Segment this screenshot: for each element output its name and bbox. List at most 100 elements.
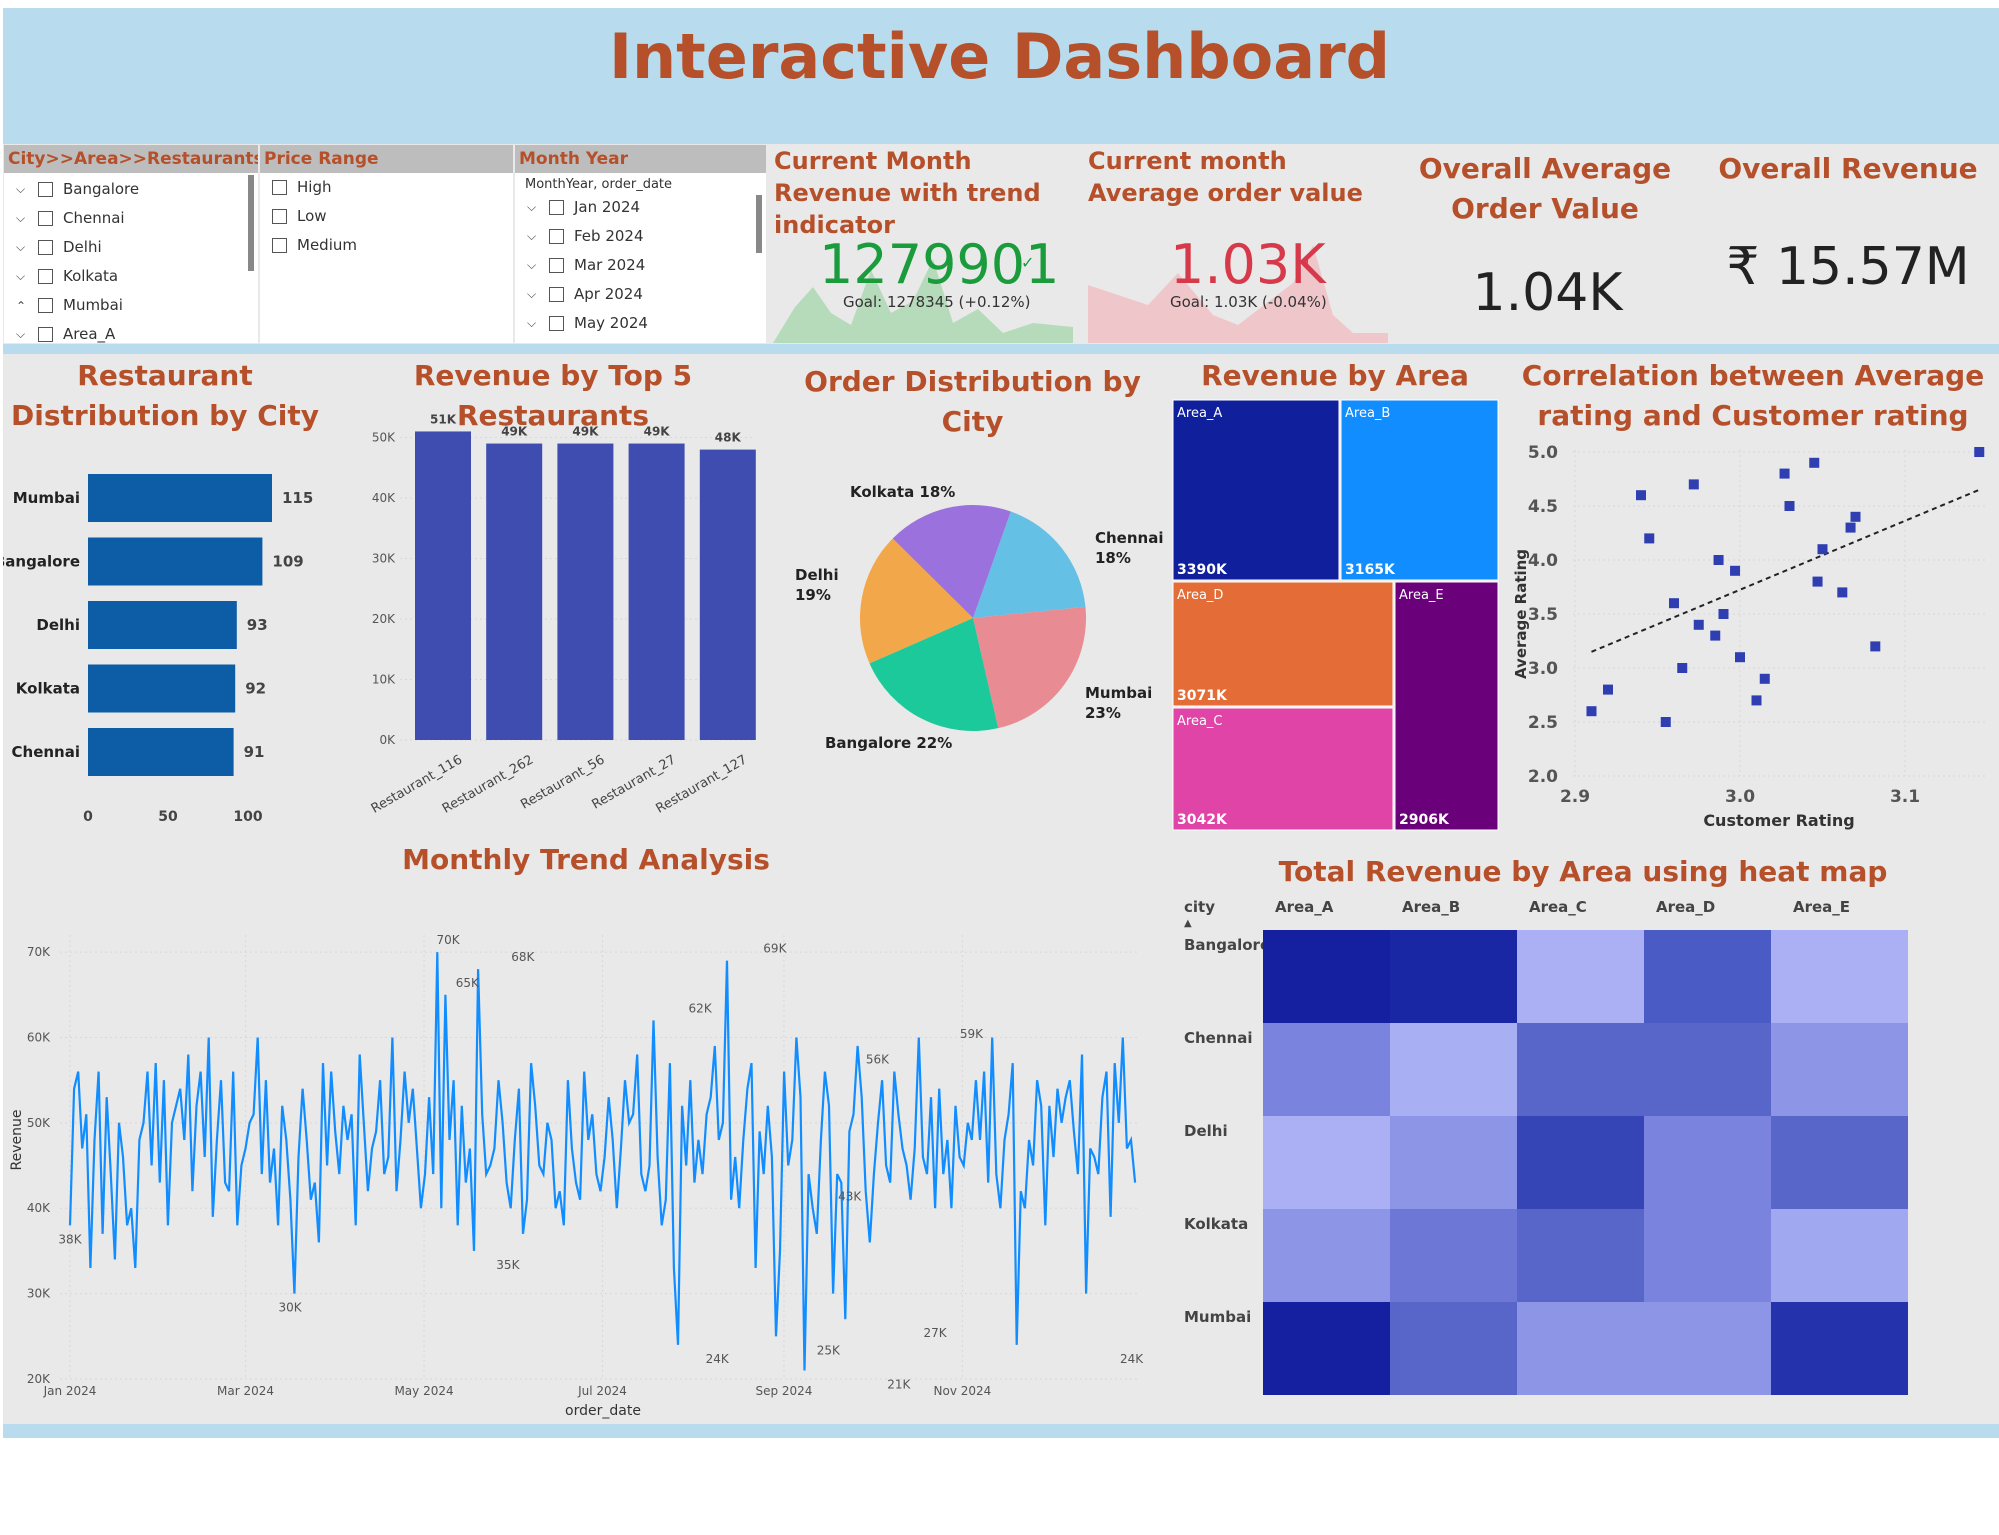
- slicer-item[interactable]: ⌵ May 2024: [527, 314, 648, 332]
- y-tick-label: 5.0: [1528, 443, 1558, 463]
- slicer-item-label: Feb 2024: [574, 227, 644, 245]
- month-slicer-scrollbar[interactable]: [756, 195, 762, 253]
- bar: [88, 664, 236, 713]
- data-label: 59K: [960, 1027, 984, 1041]
- bar-value-label: 115: [282, 489, 313, 507]
- slicer-item-label: Kolkata: [63, 267, 119, 285]
- expand-chevron-icon[interactable]: ⌵: [527, 200, 543, 215]
- month-slicer[interactable]: Month Year MonthYear, order_date ⌵ Jan 20…: [515, 145, 766, 343]
- kpi-current-aov: Current month Average order value 1.03K …: [1082, 145, 1392, 343]
- y-tick-label: 70K: [27, 945, 51, 959]
- checkbox[interactable]: [38, 240, 53, 255]
- checkbox[interactable]: [549, 229, 564, 244]
- scatter-point: [1870, 641, 1881, 652]
- checkbox[interactable]: [549, 287, 564, 302]
- expand-chevron-icon[interactable]: ⌃: [16, 299, 32, 313]
- y-tick-label: 50K: [27, 1116, 51, 1130]
- expand-chevron-icon[interactable]: ⌵: [527, 229, 543, 244]
- scatter-point: [1677, 663, 1688, 673]
- scatter-point: [1710, 630, 1721, 641]
- slicer-item[interactable]: ⌵ Bangalore: [16, 180, 139, 198]
- checkbox[interactable]: [272, 238, 287, 253]
- slicer-item[interactable]: ⌃ Mumbai: [16, 296, 123, 314]
- order-dist-chart: Chennai 18% Mumbai 23% Bangalore 22% Delhi 19%…: [795, 483, 1163, 752]
- pie-label: Chennai: [1095, 529, 1163, 547]
- bar: [88, 474, 272, 522]
- heatmap-cell: [1390, 930, 1517, 1023]
- slicer-item[interactable]: ⌵ Jan 2024: [527, 198, 640, 216]
- checkbox[interactable]: [272, 180, 287, 195]
- city-slicer-scrollbar[interactable]: [248, 175, 254, 271]
- checkbox[interactable]: [549, 258, 564, 273]
- scatter-point: [1974, 447, 1985, 457]
- bar-value-label: 109: [272, 553, 303, 571]
- x-tick-label: 3.1: [1890, 787, 1920, 807]
- pie-label: Kolkata 18%: [850, 483, 955, 501]
- data-label: 27K: [924, 1326, 948, 1340]
- slicer-item[interactable]: ⌵ Feb 2024: [527, 227, 644, 245]
- scatter-point: [1660, 717, 1671, 727]
- data-label: 35K: [496, 1258, 520, 1272]
- heatmap-cell: [1771, 1116, 1908, 1209]
- scatter-point: [1688, 479, 1699, 490]
- checkbox[interactable]: [549, 316, 564, 331]
- checkbox[interactable]: [38, 211, 53, 226]
- slicer-item-label: Mumbai: [63, 296, 123, 314]
- slicer-item[interactable]: ⌵ Delhi: [16, 238, 102, 256]
- slicer-item[interactable]: ⌵ Kolkata: [16, 267, 118, 285]
- heatmap-column-label: Area_C: [1529, 898, 1587, 916]
- checkbox[interactable]: [272, 209, 287, 224]
- revenue-area-title: Revenue by Area: [1201, 359, 1469, 392]
- expand-chevron-icon[interactable]: ⌵: [16, 269, 32, 284]
- scatter-point: [1751, 695, 1762, 706]
- expand-chevron-icon[interactable]: ⌵: [527, 316, 543, 331]
- expand-chevron-icon[interactable]: ⌵: [16, 240, 32, 255]
- slicer-item[interactable]: Medium: [272, 236, 357, 254]
- checkbox[interactable]: [549, 200, 564, 215]
- bar-category-label: Mumbai: [13, 489, 80, 507]
- heatmap-corner-label: city: [1184, 898, 1215, 916]
- expand-chevron-icon[interactable]: ⌵: [16, 211, 32, 226]
- checkbox[interactable]: [38, 269, 53, 284]
- data-label: 24K: [706, 1352, 730, 1366]
- slicer-item[interactable]: Low: [272, 207, 327, 225]
- slicer-item[interactable]: ⌵ Chennai: [16, 209, 125, 227]
- expand-chevron-icon[interactable]: ⌵: [16, 327, 32, 342]
- checkbox[interactable]: [38, 327, 53, 342]
- data-label: 69K: [763, 942, 787, 956]
- bar-value-label: 92: [245, 680, 266, 698]
- y-tick-label: 4.0: [1528, 551, 1558, 571]
- heatmap-cell: [1771, 1302, 1908, 1395]
- expand-chevron-icon[interactable]: ⌵: [527, 287, 543, 302]
- scatter-point: [1735, 652, 1745, 663]
- heatmap-cell: [1644, 1023, 1771, 1116]
- slicer-item[interactable]: ⌵ Mar 2024: [527, 256, 645, 274]
- checkbox[interactable]: [38, 182, 53, 197]
- city-slicer[interactable]: City>>Area>>Restaurants ⌵ Bangalore ⌵ Chenn…: [4, 145, 258, 343]
- data-label: 70K: [437, 933, 461, 947]
- kpi-overall-revenue-title: Overall Revenue: [1718, 152, 1978, 185]
- top5-chart: 0K10K20K30K40K50K51KRestaurant_11649KRes…: [369, 412, 756, 817]
- checkbox[interactable]: [38, 298, 53, 313]
- treemap-tile-name: Area_B: [1345, 406, 1390, 421]
- slicer-item[interactable]: ⌵ Apr 2024: [527, 285, 643, 303]
- bottom-band: [3, 1424, 1999, 1438]
- heatmap-cell: [1644, 1209, 1771, 1302]
- kpi-overall-revenue: Overall Revenue ₹ 15.57M: [1700, 145, 1996, 343]
- scatter-point: [1812, 576, 1823, 587]
- restaurant-dist-chart: Mumbai 115 Bangalore 109 Delhi 93 Kolkata 92 Che…: [3, 474, 313, 825]
- slicer-item-label: High: [297, 178, 332, 196]
- heatmap-row-label: Bangalore: [1184, 936, 1270, 954]
- slicer-item[interactable]: High: [272, 178, 331, 196]
- expand-chevron-icon[interactable]: ⌵: [527, 258, 543, 273]
- price-slicer[interactable]: Price Range High Low Medium: [260, 145, 513, 343]
- kpi-aov-value: 1.03K: [1170, 233, 1326, 296]
- slicer-item[interactable]: ⌵ Area_A: [16, 325, 115, 343]
- expand-chevron-icon[interactable]: ⌵: [16, 182, 32, 197]
- treemap-tile: [1340, 399, 1499, 581]
- treemap-tile-value: 3165K: [1345, 562, 1396, 578]
- scatter-point: [1669, 598, 1679, 609]
- y-tick-label: 2.5: [1528, 713, 1558, 733]
- bar: [88, 537, 263, 586]
- x-axis-label: order_date: [565, 1403, 641, 1419]
